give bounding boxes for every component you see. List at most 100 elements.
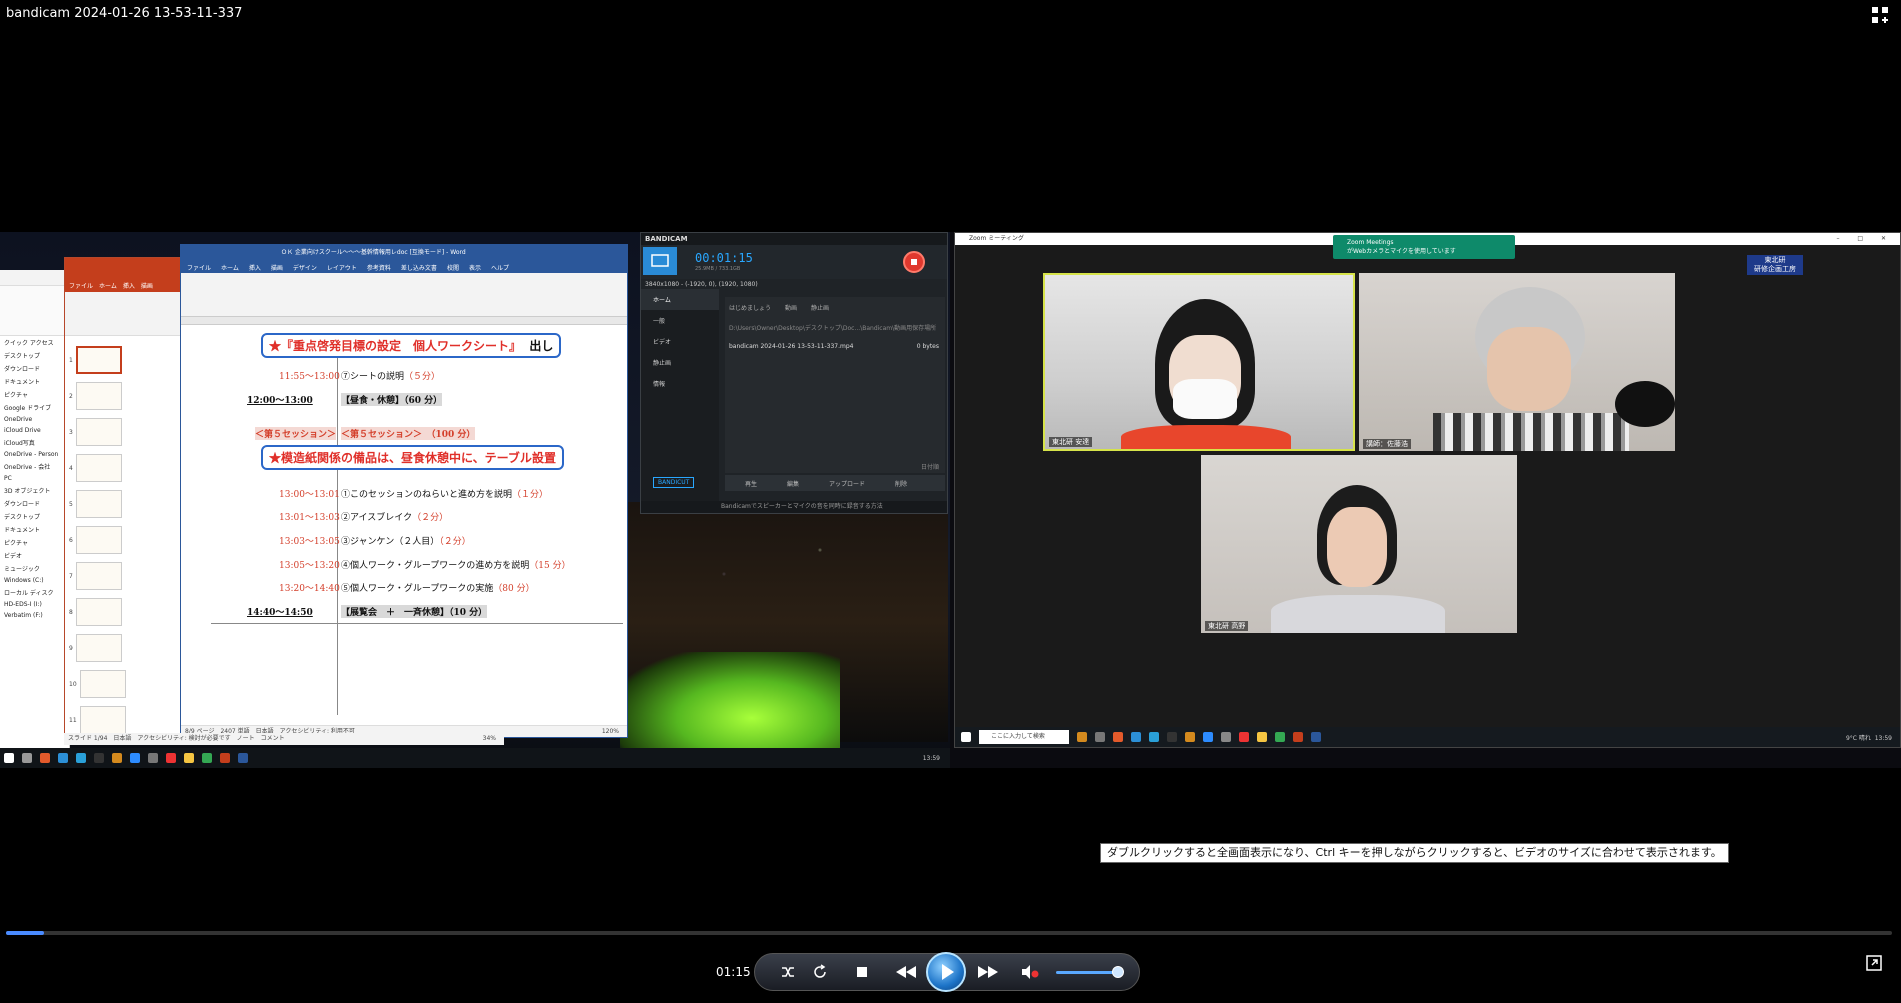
play-button[interactable] [926,952,966,992]
word-tab[interactable]: レイアウト [327,263,357,272]
slide-thumbnail[interactable]: 4 [69,450,153,486]
slide-thumbnail[interactable]: 10 [69,666,153,702]
bandicam-action-button[interactable]: 編集 [787,479,799,488]
fast-forward-button[interactable] [974,962,1002,982]
powerpoint-icon[interactable] [220,753,230,763]
start-icon[interactable] [961,732,971,742]
app-icon[interactable] [1167,732,1177,742]
ppt-tab[interactable]: ファイル [69,281,93,290]
explorer-tree-item[interactable]: デスクトップ [0,349,69,362]
stop-record-button[interactable] [903,251,925,273]
record-icon[interactable] [1239,732,1249,742]
bandicam-tip[interactable]: Bandicamでスピーカーとマイクの音を同時に録音する方法 [641,501,947,513]
stop-button[interactable] [852,962,872,982]
rewind-button[interactable] [892,962,920,982]
bandicam-action-button[interactable]: 削除 [895,479,907,488]
word-tab[interactable]: 挿入 [249,263,261,272]
skype-icon[interactable] [58,753,68,763]
explorer-tree-item[interactable]: OneDrive [0,414,69,425]
slide-thumbnail[interactable]: 6 [69,522,153,558]
zoom-icon[interactable] [130,753,140,763]
video-tile-speaker[interactable]: 講師：佐藤浩 [1359,273,1675,451]
word-tab[interactable]: ヘルプ [491,263,509,272]
explorer-tree-item[interactable]: OneDrive - Person [0,449,69,460]
exit-fullscreen-icon[interactable] [1871,6,1889,24]
word-tab[interactable]: ホーム [221,263,239,272]
briefcase-icon[interactable] [1077,732,1087,742]
explorer-tree-item[interactable]: 3D オブジェクト [0,484,69,497]
explorer-tree-item[interactable]: ビデオ [0,549,69,562]
explorer-tree-item[interactable]: Windows (C:) [0,575,69,586]
skype-icon[interactable] [1131,732,1141,742]
firefox-icon[interactable] [40,753,50,763]
word-tab[interactable]: 描画 [271,263,283,272]
video-tile-participant[interactable]: 東北研 安達 [1043,273,1355,451]
word-icon[interactable] [238,753,248,763]
word-tab[interactable]: 校閲 [447,263,459,272]
bandicut-button[interactable]: BANDICUT [653,477,695,488]
explorer-tree-item[interactable]: HD-EDS-I (I:) [0,599,69,610]
bandicam-sidebar-item[interactable]: ホーム [641,289,719,310]
explorer-tree-item[interactable]: ドキュメント [0,375,69,388]
chrome-icon[interactable] [1275,732,1285,742]
explorer-tree-item[interactable]: ダウンロード [0,362,69,375]
word-icon[interactable] [1311,732,1321,742]
start-icon[interactable] [4,753,14,763]
word-tab[interactable]: 差し込み文書 [401,263,437,272]
bandicam-sidebar-item[interactable]: 静止画 [641,352,719,373]
video-frame[interactable]: クイック アクセス デスクトップ ダウンロード ドキュメント ピクチャ Google ドラ… [0,232,1901,768]
bandicam-icon[interactable] [1185,732,1195,742]
zoom-icon[interactable] [1203,732,1213,742]
file-row[interactable]: bandicam 2024-01-26 13-53-11-337.mp4 0 b… [729,343,939,350]
explorer-tree-item[interactable]: クイック アクセス [0,336,69,349]
mute-button[interactable] [1020,962,1040,982]
ppt-tab[interactable]: 描画 [141,281,153,290]
ppt-tab[interactable]: 挿入 [123,281,135,290]
bandicam-action-button[interactable]: 再生 [745,479,757,488]
bandicam-action-button[interactable]: アップロード [829,479,865,488]
edge-icon[interactable] [76,753,86,763]
explorer-tree-item[interactable]: Verbatim (F:) [0,610,69,621]
bandicam-sidebar-item[interactable]: 情報 [641,373,719,394]
obs-icon[interactable] [1221,732,1231,742]
slide-thumbnail[interactable]: 9 [69,630,153,666]
taskbar-search-input[interactable]: ここに入力して検索 [979,730,1069,744]
window-controls[interactable]: – □ ✕ [1836,233,1894,245]
seek-bar[interactable] [6,931,1892,935]
word-tab[interactable]: 参考資料 [367,263,391,272]
word-tab[interactable]: デザイン [293,263,317,272]
explorer-tree-item[interactable]: PC [0,473,69,484]
firefox-icon[interactable] [1113,732,1123,742]
video-tile-participant[interactable]: 東北研 高野 [1201,455,1517,633]
volume-slider-handle[interactable] [1112,966,1124,978]
app-icon[interactable] [94,753,104,763]
ppt-tab[interactable]: ホーム [99,281,117,290]
bandicam-list-tab[interactable]: 静止画 [811,303,829,312]
sort-order[interactable]: 日付順 [921,462,939,471]
folder-icon[interactable] [184,753,194,763]
powerpoint-icon[interactable] [1293,732,1303,742]
explorer-tree-item[interactable]: ピクチャ [0,536,69,549]
repeat-button[interactable] [810,962,830,982]
explorer-tree-item[interactable]: ドキュメント [0,523,69,536]
explorer-tree-item[interactable]: Google ドライブ [0,401,69,414]
screen-mode-button[interactable] [643,247,677,275]
word-tab[interactable]: ファイル [187,263,211,272]
chrome-icon[interactable] [202,753,212,763]
task-view-icon[interactable] [1095,732,1105,742]
explorer-tree-item[interactable]: iCloud写真 [0,436,69,449]
explorer-tree-item[interactable]: ローカル ディスク [0,586,69,599]
zoom-camera-notice[interactable]: Zoom Meetings がWebカメラとマイクを使用しています [1333,235,1515,259]
explorer-tree-item[interactable]: デスクトップ [0,510,69,523]
explorer-tree-item[interactable]: iCloud Drive [0,425,69,436]
bandicam-sidebar-item[interactable]: ビデオ [641,331,719,352]
explorer-tree-item[interactable]: ピクチャ [0,388,69,401]
record-icon[interactable] [166,753,176,763]
slide-thumbnail[interactable]: 5 [69,486,153,522]
obs-icon[interactable] [148,753,158,763]
word-tab[interactable]: 表示 [469,263,481,272]
switch-to-now-playing-icon[interactable] [1866,955,1882,971]
bandicam-list-tab[interactable]: 動画 [785,303,797,312]
explorer-tree-item[interactable]: ダウンロード [0,497,69,510]
slide-thumbnail[interactable]: 8 [69,594,153,630]
